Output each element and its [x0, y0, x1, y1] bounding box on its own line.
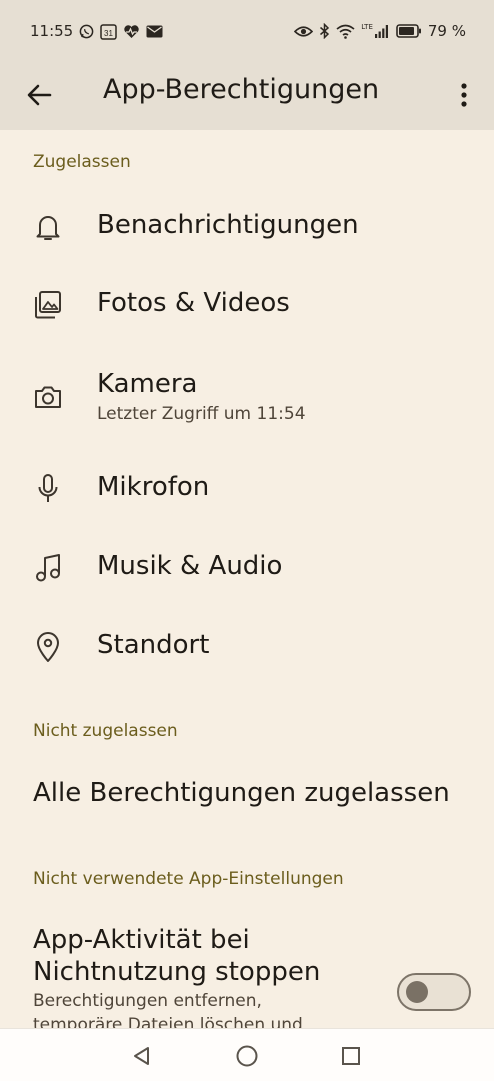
permission-label: Kamera	[97, 369, 198, 399]
pause-app-activity-toggle[interactable]	[397, 973, 471, 1011]
all-permissions-granted-text: Alle Berechtigungen zugelassen	[33, 778, 450, 808]
setting-description-line1: Berechtigungen entfernen,	[33, 991, 262, 1011]
arrow-left-icon	[27, 84, 52, 106]
back-button[interactable]	[22, 78, 56, 112]
nav-back-button[interactable]	[127, 1041, 157, 1071]
nav-home-button[interactable]	[232, 1041, 262, 1071]
status-bar: 11:55 31 LTE 79 %	[0, 0, 494, 62]
network-type: LTE	[361, 23, 373, 31]
bluetooth-icon	[319, 23, 330, 39]
eye-icon	[294, 25, 314, 38]
more-vertical-icon	[461, 83, 467, 107]
permission-sublabel: Letzter Zugriff um 11:54	[97, 404, 306, 424]
circle-home-icon	[236, 1045, 258, 1067]
mail-icon	[146, 25, 163, 38]
section-header-unused-app-settings: Nicht verwendete App-Einstellungen	[33, 869, 344, 889]
wifi-icon	[336, 24, 355, 39]
permission-row-microphone[interactable]: Mikrofon	[0, 452, 494, 528]
permission-label: Mikrofon	[97, 472, 210, 502]
battery-percent: 79 %	[427, 22, 466, 40]
heart-pulse-icon	[123, 24, 140, 39]
setting-title-line1: App-Aktivität bei	[33, 925, 250, 955]
photos-icon	[33, 290, 63, 320]
permission-row-music[interactable]: Musik & Audio	[0, 531, 494, 607]
permission-row-location[interactable]: Standort	[0, 610, 494, 686]
setting-description-line2: temporäre Dateien löschen und	[33, 1015, 303, 1028]
microphone-icon	[33, 474, 63, 504]
calendar-icon: 31	[100, 23, 117, 40]
calendar-day-text: 31	[104, 29, 113, 38]
bell-icon	[33, 212, 63, 242]
permission-row-photos[interactable]: Fotos & Videos	[0, 268, 494, 344]
permission-label: Musik & Audio	[97, 551, 283, 581]
signal-icon: LTE	[361, 24, 390, 38]
camera-icon	[33, 382, 63, 412]
permission-label: Fotos & Videos	[97, 288, 290, 318]
nav-recents-button[interactable]	[336, 1041, 366, 1071]
location-pin-icon	[33, 632, 63, 662]
page-title: App-Berechtigungen	[103, 74, 380, 105]
app-bar: App-Berechtigungen	[0, 62, 494, 130]
triangle-back-icon	[134, 1047, 149, 1065]
toggle-knob	[406, 981, 428, 1003]
permission-label: Standort	[97, 630, 210, 660]
music-note-icon	[33, 553, 63, 583]
status-time: 11:55	[30, 22, 74, 40]
section-header-not-allowed: Nicht zugelassen	[33, 721, 178, 741]
setting-title-line2: Nichtnutzung stoppen	[33, 957, 321, 987]
permission-row-camera[interactable]: Kamera Letzter Zugriff um 11:54	[0, 350, 494, 450]
battery-icon	[396, 24, 422, 38]
square-recents-icon	[342, 1047, 360, 1065]
more-options-button[interactable]	[450, 78, 478, 112]
section-header-allowed: Zugelassen	[33, 152, 131, 172]
whatsapp-icon	[79, 24, 94, 39]
navigation-bar	[0, 1028, 494, 1081]
permission-row-notifications[interactable]: Benachrichtigungen	[0, 190, 494, 264]
permission-label: Benachrichtigungen	[97, 210, 359, 240]
